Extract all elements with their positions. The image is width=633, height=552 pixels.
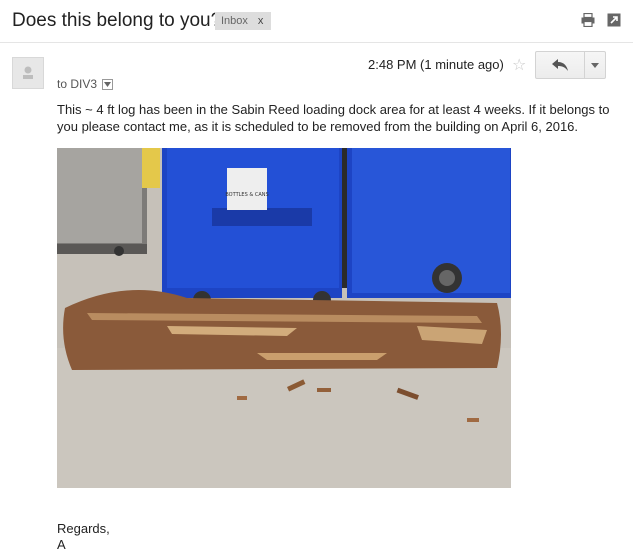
inbox-label-text: Inbox <box>221 15 248 27</box>
email-closing: Regards, <box>57 521 110 536</box>
header-divider <box>0 42 633 43</box>
reply-button[interactable] <box>535 51 585 79</box>
email-signature: A <box>57 537 66 552</box>
star-outline-icon[interactable]: ☆ <box>512 55 526 75</box>
open-in-new-window-icon[interactable] <box>607 13 621 27</box>
more-options-button[interactable] <box>584 51 606 79</box>
recipient-text: to DIV3 <box>57 77 98 91</box>
log-photo-illustration: BOTTLES & CANS <box>57 148 511 488</box>
email-body-text: This ~ 4 ft log has been in the Sabin Re… <box>57 102 610 134</box>
bottles-cans-label: BOTTLES & CANS <box>225 192 268 198</box>
recipient-line: to DIV3 <box>57 77 114 91</box>
dropdown-arrow-icon[interactable] <box>102 78 114 90</box>
email-subject: Does this belong to you? <box>12 10 222 31</box>
email-timestamp: 2:48 PM (1 minute ago) <box>368 57 504 72</box>
sender-avatar <box>12 57 44 89</box>
reply-arrow-icon <box>552 59 568 71</box>
person-avatar-icon <box>23 66 33 79</box>
attached-photo-log: BOTTLES & CANS <box>57 148 511 488</box>
more-options-caret-icon <box>591 62 599 68</box>
print-icon[interactable] <box>581 12 595 28</box>
remove-label-button[interactable]: x <box>258 12 264 30</box>
inbox-label-chip[interactable]: Inbox x <box>215 12 272 30</box>
